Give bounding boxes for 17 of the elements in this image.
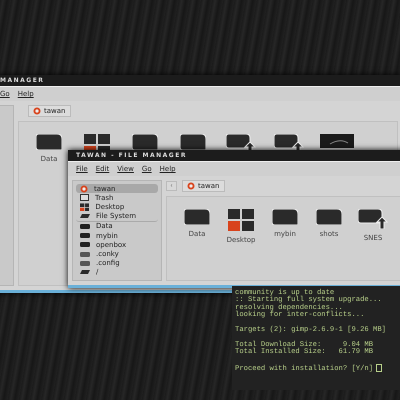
folder-icon: [180, 134, 206, 150]
desktop-icon: [80, 202, 90, 212]
desktop-icon: [228, 209, 254, 231]
drive-icon: [80, 214, 90, 218]
cursor-icon: [376, 364, 382, 372]
image-thumbnail-icon: [320, 134, 354, 148]
folder-icon: [184, 209, 210, 225]
drive-icon: [80, 270, 90, 274]
home-icon: [80, 184, 88, 193]
trash-icon: [80, 194, 89, 202]
home-icon: [187, 182, 195, 190]
folder-shortcut-icon: [358, 209, 388, 229]
folder-icon: [132, 134, 158, 150]
folder-icon: [316, 209, 342, 225]
home-icon: [33, 107, 41, 115]
folder-icon: [36, 134, 62, 150]
folder-icon: [272, 209, 298, 225]
